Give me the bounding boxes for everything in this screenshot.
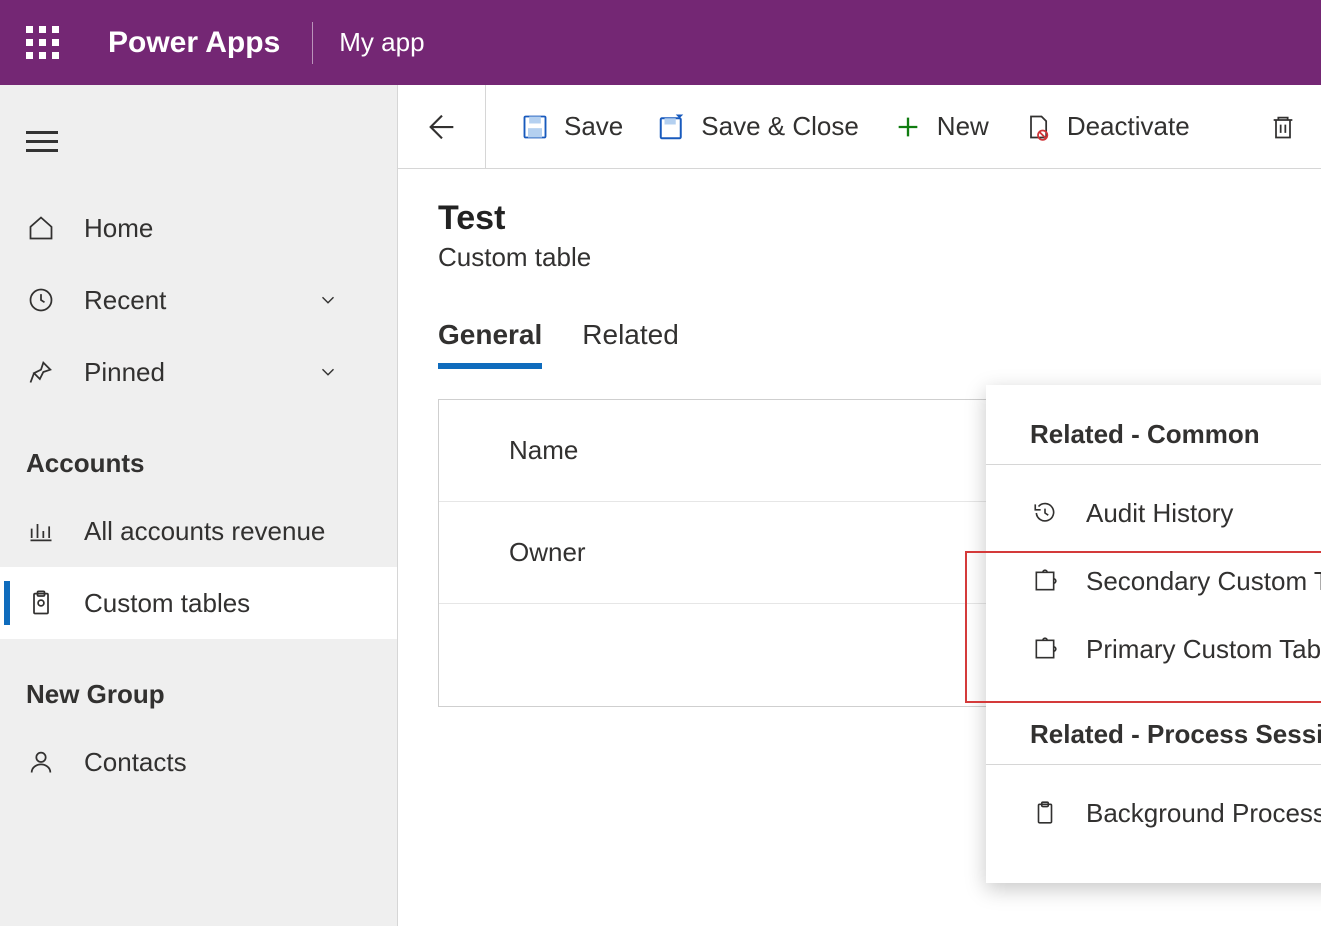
puzzle-icon [1030,634,1060,664]
command-label: Save & Close [701,111,859,142]
sidebar-item-pinned[interactable]: Pinned [0,336,397,408]
clipboard-icon [26,588,56,618]
sidebar-item-label: Custom tables [84,588,250,619]
sidebar-item-custom-tables[interactable]: Custom tables [0,567,397,639]
back-button[interactable] [398,85,486,168]
sidebar-item-label: Contacts [84,747,187,778]
sidebar: Home Recent Pinned Accounts A [0,85,398,926]
sidebar-item-home[interactable]: Home [0,192,397,264]
app-name[interactable]: My app [339,27,424,58]
save-icon [520,112,550,142]
save-button[interactable]: Save [520,111,623,142]
sidebar-item-label: All accounts revenue [84,516,325,547]
sidebar-group-accounts: Accounts [0,408,397,495]
related-section-common: Related - Common [986,419,1321,465]
menu-toggle-icon[interactable] [0,95,397,192]
command-label: New [937,111,989,142]
deactivate-icon [1023,112,1053,142]
app-launcher-icon[interactable] [26,26,60,60]
chevron-down-icon [313,285,343,315]
sidebar-item-label: Home [84,213,153,244]
deactivate-button[interactable]: Deactivate [1023,111,1190,142]
record-subtitle: Custom table [438,242,1281,273]
field-label: Name [509,435,578,466]
brand-title: Power Apps [108,26,280,60]
tab-general[interactable]: General [438,319,542,369]
related-item-label: Audit History [1086,498,1233,529]
tab-list: General Related [398,283,1321,369]
clock-icon [26,285,56,315]
person-icon [26,747,56,777]
sidebar-group-new-group: New Group [0,639,397,726]
sidebar-item-label: Pinned [84,357,165,388]
divider [312,22,313,64]
new-button[interactable]: New [893,111,989,142]
related-item-secondary-relationship[interactable]: Secondary Custom Table Relationship [986,547,1321,615]
plus-icon [893,112,923,142]
field-label: Owner [509,537,586,568]
record-header: Test Custom table [398,169,1321,283]
sidebar-item-contacts[interactable]: Contacts [0,726,397,798]
related-item-background-processes[interactable]: Background Processes [986,779,1321,847]
command-label: Save [564,111,623,142]
home-icon [26,213,56,243]
sidebar-item-all-accounts-revenue[interactable]: All accounts revenue [0,495,397,567]
history-icon [1030,498,1060,528]
save-close-icon [657,112,687,142]
sidebar-item-label: Recent [84,285,166,316]
main-area: Save Save & Close New Deactivate [398,85,1321,926]
save-and-close-button[interactable]: Save & Close [657,111,859,142]
pin-icon [26,357,56,387]
command-bar: Save Save & Close New Deactivate [398,85,1321,169]
related-dropdown: Related - Common Audit History Secondary… [986,385,1321,883]
related-item-label: Secondary Custom Table Relationship [1086,566,1321,597]
related-item-label: Primary Custom Table Relationship [1086,634,1321,665]
related-item-audit-history[interactable]: Audit History [986,479,1321,547]
related-section-process-sessions: Related - Process Sessions [986,719,1321,765]
chevron-down-icon [313,357,343,387]
related-item-label: Background Processes [1086,798,1321,829]
related-item-primary-relationship[interactable]: Primary Custom Table Relationship [986,615,1321,683]
chart-icon [26,516,56,546]
clipboard-icon [1030,798,1060,828]
command-label: Deactivate [1067,111,1190,142]
puzzle-icon [1030,566,1060,596]
tab-related[interactable]: Related [582,319,679,369]
record-title: Test [438,199,1281,238]
sidebar-item-recent[interactable]: Recent [0,264,397,336]
top-bar: Power Apps My app [0,0,1321,85]
delete-button[interactable] [1269,113,1297,141]
